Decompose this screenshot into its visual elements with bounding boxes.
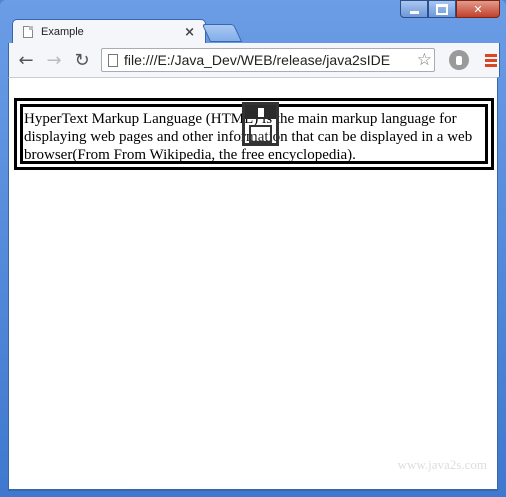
minimize-button[interactable] (400, 0, 428, 18)
hand-icon (456, 56, 462, 65)
back-button[interactable]: ← (15, 49, 37, 71)
close-window-button[interactable]: ✕ (456, 0, 500, 18)
maximize-button[interactable] (428, 0, 456, 18)
url-input[interactable] (124, 52, 404, 68)
forward-button[interactable]: → (43, 49, 65, 71)
tab-close-icon[interactable]: × (184, 25, 195, 40)
close-icon: ✕ (473, 2, 483, 16)
window-bottom-edge (8, 489, 498, 491)
window-controls: ✕ (400, 0, 500, 18)
toolbar: ← → ↻ ☆ (8, 43, 500, 77)
menu-icon[interactable] (485, 52, 497, 69)
page-icon (23, 26, 33, 38)
address-bar[interactable]: ☆ (101, 48, 435, 72)
tab-title: Example (41, 26, 84, 38)
reload-button[interactable]: ↻ (71, 49, 93, 71)
floppy-shutter (245, 105, 276, 119)
floppy-label (249, 125, 272, 143)
watermark: www.java2s.com (397, 457, 487, 472)
minimize-icon (409, 10, 419, 14)
bookmark-star-icon[interactable]: ☆ (416, 50, 432, 70)
inner-border-box: HyperText Markup Language (HTML) is the … (20, 102, 488, 164)
file-icon (108, 53, 118, 67)
extension-icon[interactable] (449, 50, 469, 70)
page-viewport: HyperText Markup Language (HTML) is the … (8, 77, 498, 489)
maximize-icon (436, 3, 448, 15)
floppy-disk-icon (242, 102, 279, 146)
tab-example[interactable]: Example × (12, 19, 206, 44)
outer-border-box: HyperText Markup Language (HTML) is the … (14, 98, 494, 170)
